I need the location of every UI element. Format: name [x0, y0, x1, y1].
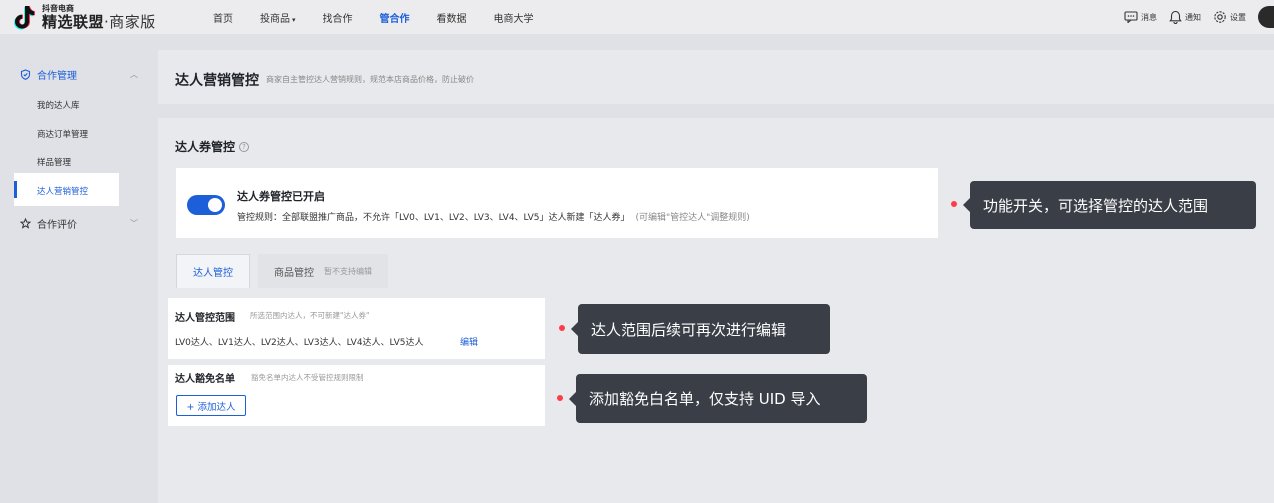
edit-scope-link[interactable]: 编辑 — [460, 335, 478, 348]
sidebar-group-cooperation-management[interactable]: 合作管理 ︿ — [20, 67, 138, 82]
tab-product-control[interactable]: 商品管控 暂不支持编辑 — [258, 254, 388, 288]
coupon-control-toggle-card: 达人券管控已开启 管控规则：全部联盟推广商品，不允许「LV0、LV1、LV2、L… — [176, 168, 938, 238]
nav-home[interactable]: 首页 — [213, 10, 233, 25]
brand-top-text: 抖音电商 — [42, 3, 74, 13]
control-rule: 管控规则：全部联盟推广商品，不允许「LV0、LV1、LV2、LV3、LV4、LV… — [237, 213, 630, 223]
exempt-list-card: 达人豁免名单 豁免名单内达人不受管控规则限制 + 添加达人 — [168, 365, 545, 426]
avatar[interactable] — [1258, 6, 1274, 28]
info-icon[interactable]: ? — [239, 141, 250, 152]
tab-influencer-control[interactable]: 达人管控 — [176, 254, 250, 288]
nav-ecommerce-university[interactable]: 电商大学 — [494, 10, 534, 25]
scope-levels: LV0达人、LV1达人、LV2达人、LV3达人、LV4达人、LV5达人 — [175, 338, 424, 348]
messages-button[interactable]: 消息 — [1124, 11, 1157, 23]
annotation-callout: 添加豁免白名单，仅支持 UID 导入 — [569, 374, 867, 423]
nav-manage-partners[interactable]: 管合作 — [380, 10, 410, 25]
main-nav: 首页 投商品 ▾ 找合作 管合作 看数据 电商大学 — [213, 0, 561, 34]
chevron-down-icon: ﹀ — [130, 219, 138, 228]
influencer-scope-card: 达人管控范围 所选范围内达人，不可新建"达人券" LV0达人、LV1达人、LV2… — [168, 298, 545, 359]
page-title: 达人营销管控 — [175, 73, 259, 89]
scope-subtitle: 所选范围内达人，不可新建"达人券" — [250, 311, 370, 320]
sidebar-group-cooperation-evaluation[interactable]: 合作评价 ﹀ — [20, 216, 138, 231]
section-title-text: 达人券管控 — [175, 140, 236, 154]
settings-button[interactable]: 设置 — [1213, 10, 1246, 24]
sidebar-item-my-influencers[interactable]: 我的达人库 — [37, 99, 80, 111]
coupon-control-switch[interactable] — [187, 195, 225, 215]
scope-title: 达人管控范围 — [175, 313, 235, 324]
sidebar: 合作管理 ︿ 我的达人库 商达订单管理 样品管理 达人营销管控 合作评价 ﹀ — [0, 48, 148, 503]
sidebar-group-label: 合作管理 — [37, 71, 77, 82]
page-subtitle: 商家自主管控达人营销规则，规范本店商品价格，防止破价 — [266, 75, 474, 84]
chevron-up-icon: ︿ — [130, 70, 138, 79]
message-icon — [1124, 11, 1138, 23]
notifications-label: 通知 — [1185, 12, 1201, 22]
brand-logo[interactable]: 抖音电商 精选联盟·商家版 — [12, 2, 156, 32]
switch-knob — [208, 198, 222, 212]
sidebar-item-sample-management[interactable]: 样品管理 — [37, 156, 71, 168]
sidebar-item-order-management[interactable]: 商达订单管理 — [37, 128, 88, 140]
toggle-status-title: 达人券管控已开启 — [237, 190, 325, 203]
section-title: 达人券管控 ? — [175, 138, 250, 155]
control-rule-hint: (可编辑"管控达人"调整规则) — [635, 213, 750, 223]
annotation-dot — [951, 201, 957, 207]
star-icon — [20, 218, 31, 229]
nav-promote-products[interactable]: 投商品 ▾ — [260, 10, 296, 25]
shield-icon — [20, 69, 31, 80]
brand-sub-text: ·商家版 — [104, 12, 156, 31]
caret-down-icon: ▾ — [292, 15, 296, 24]
gear-icon — [1214, 11, 1226, 23]
annotation-dot — [559, 325, 565, 331]
sidebar-group-label: 合作评价 — [37, 220, 77, 231]
page-header: 达人营销管控 商家自主管控达人营销规则，规范本店商品价格，防止破价 — [158, 50, 1274, 104]
nav-promote-products-label: 投商品 — [260, 13, 290, 25]
tab-label: 达人管控 — [193, 268, 233, 279]
annotation-callout: 功能开关，可选择管控的达人范围 — [963, 181, 1256, 229]
douyin-logo-icon — [12, 4, 36, 30]
messages-label: 消息 — [1141, 12, 1157, 22]
annotation-dot — [557, 395, 563, 401]
sidebar-item-influencer-marketing-control[interactable]: 达人营销管控 — [37, 185, 88, 197]
exempt-title: 达人豁免名单 — [175, 374, 235, 385]
nav-find-partners[interactable]: 找合作 — [323, 10, 353, 25]
top-right-actions: 消息 通知 设置 — [1124, 0, 1274, 34]
sidebar-active-indicator — [14, 181, 17, 198]
notifications-button[interactable]: 通知 — [1169, 10, 1201, 24]
brand-main-text: 精选联盟 — [42, 12, 105, 31]
exempt-subtitle: 豁免名单内达人不受管控规则限制 — [251, 373, 364, 382]
control-tabs: 达人管控 商品管控 暂不支持编辑 — [176, 254, 388, 288]
add-influencer-button[interactable]: + 添加达人 — [176, 395, 246, 416]
bell-icon — [1169, 10, 1182, 24]
tab-note: 暂不支持编辑 — [324, 266, 372, 276]
top-bar: 抖音电商 精选联盟·商家版 首页 投商品 ▾ 找合作 管合作 看数据 电商大学 消… — [0, 0, 1274, 34]
tab-label: 商品管控 — [274, 267, 314, 279]
settings-label: 设置 — [1230, 12, 1246, 22]
control-rule-text: 管控规则：全部联盟推广商品，不允许「LV0、LV1、LV2、LV3、LV4、LV… — [237, 210, 750, 223]
nav-view-data[interactable]: 看数据 — [437, 10, 467, 25]
annotation-callout: 达人范围后续可再次进行编辑 — [571, 304, 830, 354]
